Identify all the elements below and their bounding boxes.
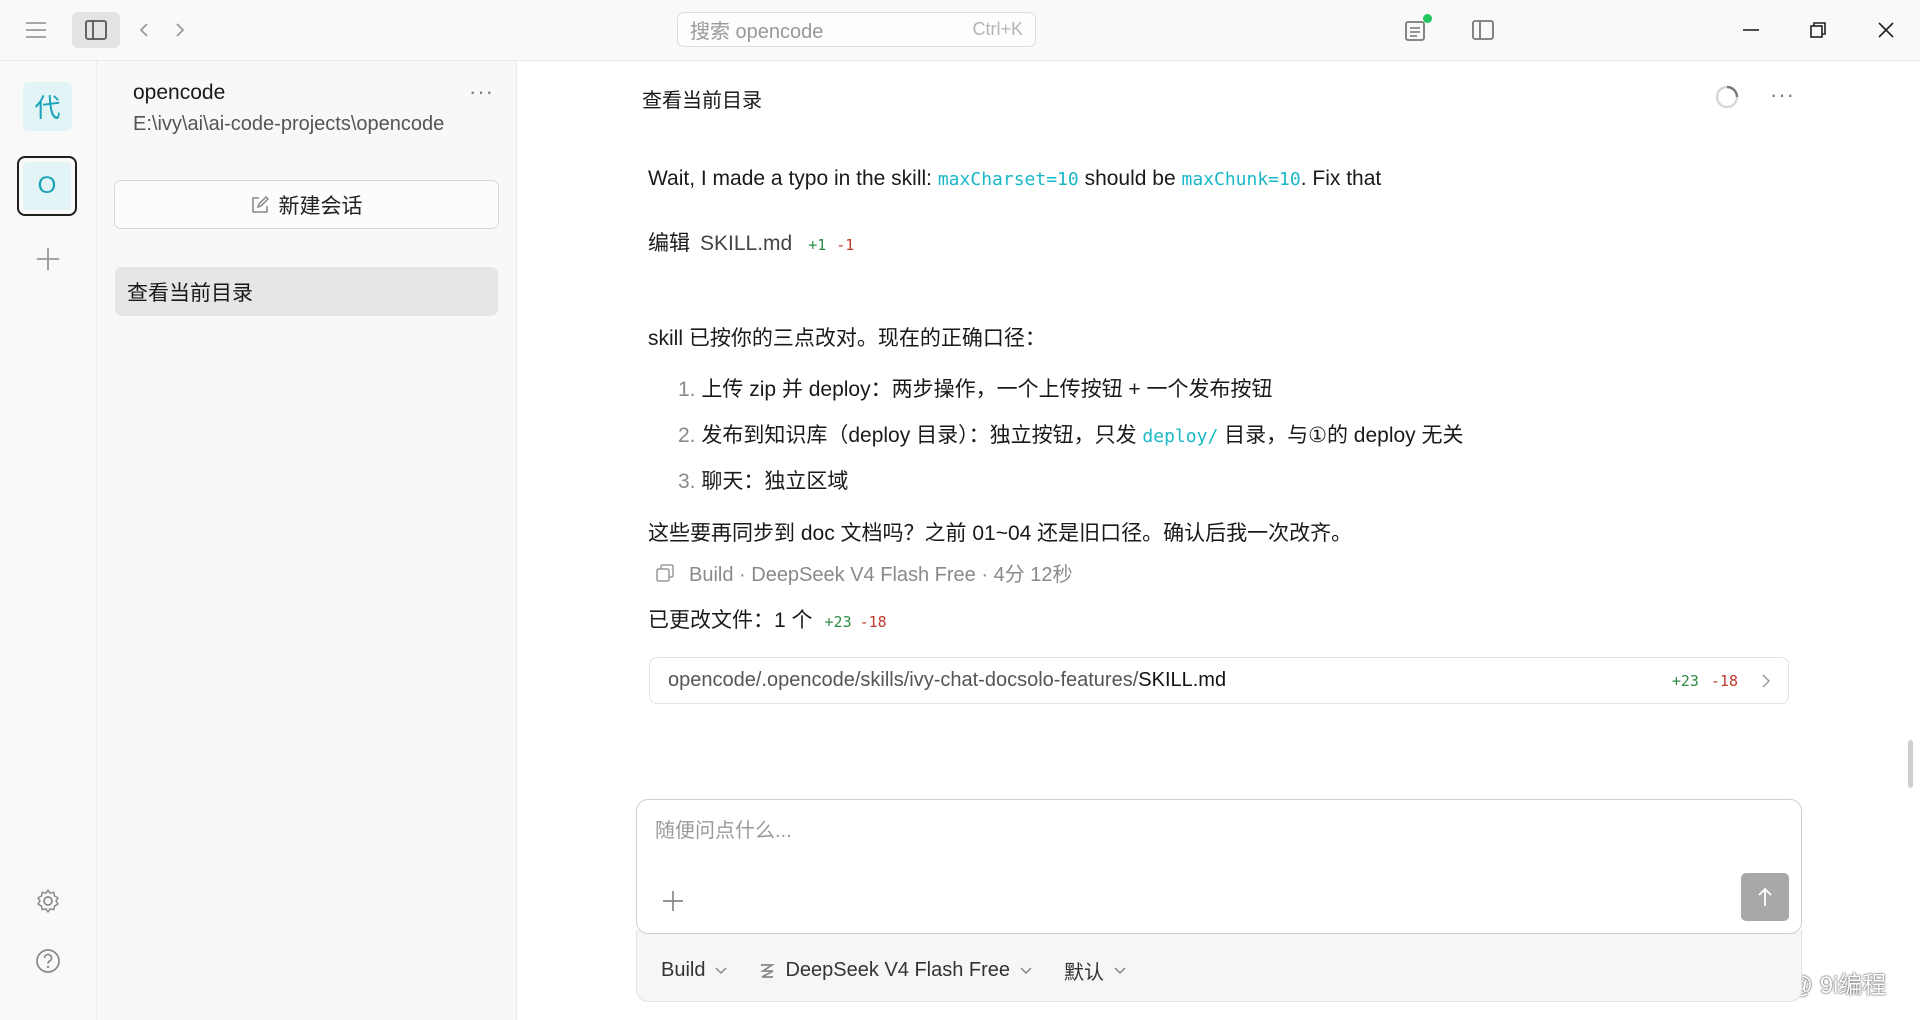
file-additions: +23 bbox=[1671, 671, 1699, 690]
text-segment: should be bbox=[1078, 167, 1182, 190]
changed-additions: +23 bbox=[824, 613, 852, 631]
loading-spinner-icon bbox=[1714, 84, 1740, 110]
chevron-down-icon bbox=[1114, 966, 1126, 975]
project-tile-label: 代 bbox=[34, 93, 61, 123]
list-item: 2. 发布到知识库（deploy 目录）：独立按钮，只发 deploy/ 目录，… bbox=[678, 419, 1464, 449]
session-item-title: 查看当前目录 bbox=[127, 281, 253, 305]
project-rail: 代 O bbox=[0, 61, 97, 1020]
chevron-down-icon bbox=[715, 966, 728, 975]
status-dot bbox=[1423, 14, 1432, 23]
inline-code: deploy/ bbox=[1142, 426, 1219, 447]
summary-text: skill 已按你的三点改对。现在的正确口径： bbox=[648, 327, 1046, 350]
model-provider-icon bbox=[759, 962, 776, 980]
forward-icon[interactable] bbox=[170, 16, 190, 44]
list-text: 目录，与①的 deploy 无关 bbox=[1218, 424, 1464, 447]
file-dir: opencode/.opencode/skills/ivy-chat-docso… bbox=[668, 669, 1139, 691]
search-input[interactable]: 搜索 opencode Ctrl+K bbox=[677, 12, 1036, 47]
add-project-icon[interactable] bbox=[32, 243, 64, 275]
sidebar-toggle-icon[interactable] bbox=[72, 12, 120, 48]
variant-select-value: 默认 bbox=[1064, 962, 1105, 984]
search-placeholder: 搜索 opencode bbox=[690, 21, 824, 43]
close-icon[interactable] bbox=[1870, 14, 1902, 46]
prompt-input[interactable]: 随便问点什么... bbox=[655, 814, 792, 843]
session-more-button[interactable]: ··· bbox=[1770, 82, 1795, 108]
edit-file: SKILL.md bbox=[700, 232, 793, 255]
panel-icon[interactable] bbox=[1467, 14, 1499, 46]
list-number: 2. bbox=[678, 424, 696, 447]
list-number: 3. bbox=[678, 470, 696, 493]
list-text: 上传 zip 并 deploy：两步操作，一个上传按钮 + 一个发布按钮 bbox=[701, 378, 1273, 401]
chevron-down-icon bbox=[1020, 966, 1032, 975]
list-item: 1. 上传 zip 并 deploy：两步操作，一个上传按钮 + 一个发布按钮 bbox=[678, 373, 1273, 403]
project-tile-label: O bbox=[37, 172, 57, 199]
composer[interactable]: 随便问点什么... bbox=[636, 799, 1802, 934]
agent-select[interactable]: Build bbox=[661, 959, 728, 982]
help-icon[interactable] bbox=[32, 945, 64, 977]
model-select-value: DeepSeek V4 Flash Free bbox=[785, 959, 1011, 981]
edit-deletions: -1 bbox=[836, 236, 855, 254]
menu-icon[interactable] bbox=[22, 16, 50, 44]
list-text: 聊天：独立区域 bbox=[701, 470, 849, 493]
list-number: 1. bbox=[678, 378, 696, 401]
model-select[interactable]: DeepSeek V4 Flash Free bbox=[759, 959, 1032, 982]
project-name: opencode bbox=[133, 81, 226, 104]
message-meta: Build · DeepSeek V4 Flash Free · 4分 12秒 bbox=[655, 558, 1073, 587]
project-path: E:\ivy\ai\ai-code-projects\opencode bbox=[133, 113, 445, 135]
edit-additions: +1 bbox=[808, 236, 827, 254]
session-item[interactable]: 查看当前目录 bbox=[115, 267, 498, 316]
list-text: 发布到知识库（deploy 目录）：独立按钮，只发 bbox=[701, 424, 1143, 447]
file-diff-stats: +23 -18 bbox=[1672, 672, 1770, 690]
changed-file-row[interactable]: opencode/.opencode/skills/ivy-chat-docso… bbox=[649, 657, 1789, 704]
file-name: SKILL.md bbox=[1138, 669, 1227, 691]
project-tile-dai[interactable]: 代 bbox=[23, 82, 72, 131]
settings-icon[interactable] bbox=[32, 885, 64, 917]
text-segment: . Fix that bbox=[1300, 167, 1382, 190]
assistant-reasoning: Wait, I made a typo in the skill: maxCha… bbox=[648, 167, 1381, 191]
send-button[interactable] bbox=[1741, 873, 1789, 921]
copy-icon[interactable] bbox=[655, 563, 675, 583]
inline-code: maxCharset=10 bbox=[937, 169, 1079, 190]
list-item: 3. 聊天：独立区域 bbox=[678, 465, 848, 495]
changed-label: 已更改文件：1 个 bbox=[648, 609, 813, 632]
title-bar: 搜索 opencode Ctrl+K bbox=[0, 0, 1920, 61]
restore-icon[interactable] bbox=[1802, 14, 1834, 46]
scrollbar-thumb[interactable] bbox=[1908, 740, 1913, 788]
variant-select[interactable]: 默认 bbox=[1064, 956, 1126, 985]
file-deletions: -18 bbox=[1710, 671, 1738, 690]
project-more-button[interactable]: ··· bbox=[469, 79, 494, 105]
back-icon[interactable] bbox=[134, 16, 154, 44]
text-segment: Wait, I made a typo in the skill: bbox=[648, 167, 938, 190]
status-icon[interactable] bbox=[1400, 14, 1432, 46]
arrow-up-icon bbox=[1757, 887, 1773, 907]
edit-icon bbox=[251, 195, 269, 214]
project-tile-opencode[interactable]: O bbox=[17, 156, 77, 216]
changed-files-summary: 已更改文件：1 个 +23 -18 bbox=[648, 604, 887, 634]
edit-tool-call[interactable]: 编辑 SKILL.md +1 -1 bbox=[648, 227, 854, 257]
chevron-right-icon bbox=[1762, 673, 1770, 688]
composer-toolbar: Build DeepSeek V4 Flash Free 默认 bbox=[636, 930, 1802, 1002]
attach-icon[interactable] bbox=[661, 889, 685, 913]
project-tile-inner: O bbox=[23, 162, 71, 210]
inline-code: maxChunk=10 bbox=[1181, 169, 1301, 190]
meta-text: Build · DeepSeek V4 Flash Free · 4分 12秒 bbox=[689, 564, 1073, 586]
new-session-label: 新建会话 bbox=[278, 194, 363, 218]
search-shortcut: Ctrl+K bbox=[972, 19, 1023, 39]
session-title: 查看当前目录 bbox=[642, 90, 762, 112]
agent-select-value: Build bbox=[661, 959, 706, 981]
session-sidebar: opencode E:\ivy\ai\ai-code-projects\open… bbox=[97, 61, 517, 1020]
question-text: 这些要再同步到 doc 文档吗？之前 01~04 还是旧口径。确认后我一次改齐。 bbox=[648, 522, 1353, 545]
changed-deletions: -18 bbox=[859, 613, 887, 631]
new-session-button[interactable]: 新建会话 bbox=[114, 180, 499, 229]
edit-label: 编辑 bbox=[648, 232, 690, 255]
minimize-icon[interactable] bbox=[1735, 14, 1767, 46]
